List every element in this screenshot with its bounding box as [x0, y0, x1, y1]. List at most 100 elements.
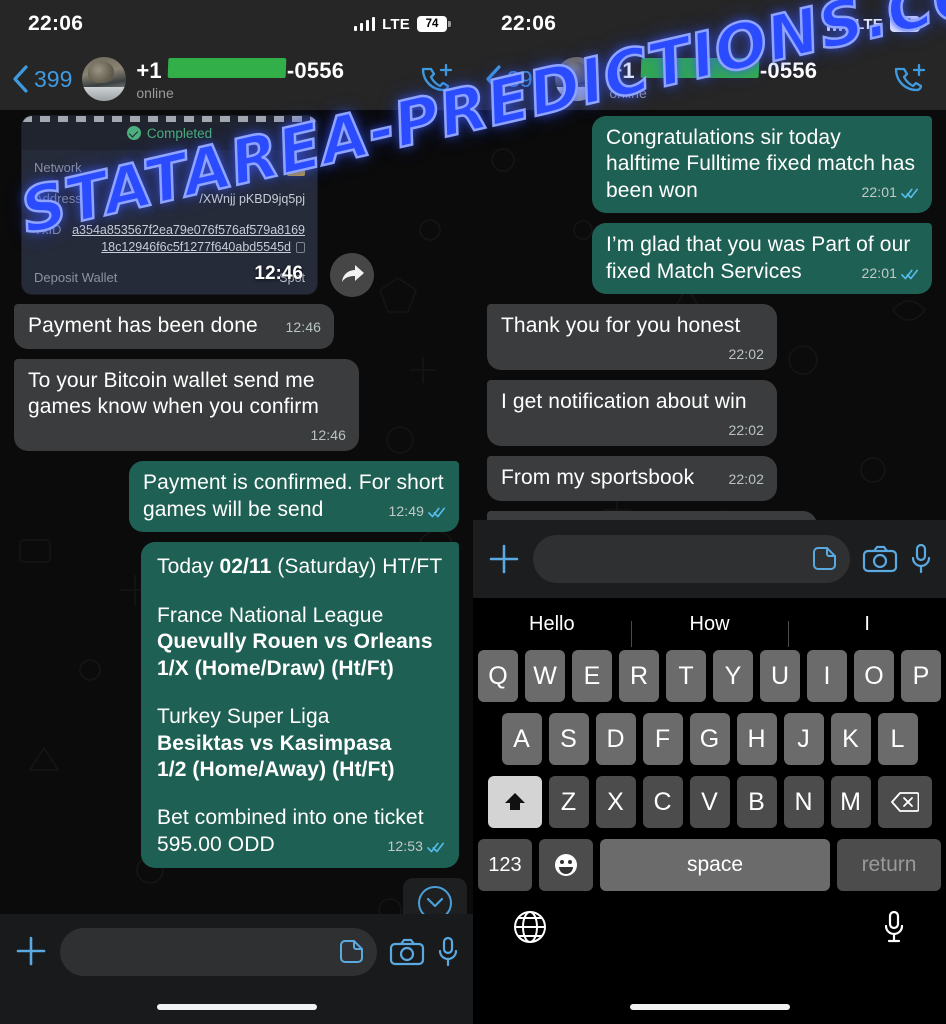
message-meta: 12:49 [388, 503, 446, 521]
message-input[interactable] [60, 928, 377, 976]
receipt-row-value: BT [287, 162, 305, 177]
tip-day-market: (Saturday) HT/FT [271, 555, 443, 579]
message-bubble-outgoing[interactable]: Congratulations sir today halftime Fullt… [592, 116, 932, 214]
presence-status: online [136, 84, 174, 101]
key-b[interactable]: B [736, 776, 777, 828]
backspace-icon [890, 792, 919, 812]
key-o[interactable]: O [854, 650, 894, 702]
camera-icon[interactable] [862, 544, 898, 574]
smiley-icon [555, 854, 577, 876]
message-bubble-incoming[interactable]: Thank you for you honest 22:02 [487, 304, 777, 371]
on-screen-keyboard[interactable]: Hello How I Q W E R T Y U I O P A S D F [473, 598, 946, 1024]
microphone-icon[interactable] [437, 936, 459, 968]
attach-plus-icon[interactable] [487, 542, 521, 576]
message-bubble-incoming[interactable]: To your Bitcoin wallet send me games kno… [14, 358, 359, 452]
receipt-row-label: Deposit Wallet [34, 269, 118, 285]
return-key[interactable]: return [837, 839, 941, 891]
phone-add-icon[interactable] [890, 62, 928, 96]
key-d[interactable]: D [595, 713, 636, 765]
key-k[interactable]: K [830, 713, 871, 765]
left-message-list[interactable]: Completed Network BT Address /XWnjj pKBD… [0, 110, 473, 1024]
avatar[interactable] [555, 57, 600, 101]
tip-league: Turkey Super Liga [157, 705, 330, 729]
backspace-key[interactable] [877, 776, 932, 828]
message-bubble-incoming[interactable]: I get notification about win 22:02 [487, 380, 777, 447]
message-meta: 12:46 [285, 319, 321, 337]
message-meta: 22:02 [728, 471, 764, 489]
key-r[interactable]: R [619, 650, 659, 702]
right-message-list[interactable]: Congratulations sir today halftime Fullt… [473, 110, 946, 548]
suggestion-item[interactable]: Hello [473, 613, 631, 636]
key-c[interactable]: C [642, 776, 683, 828]
key-n[interactable]: N [783, 776, 824, 828]
back-button[interactable]: 399 [10, 64, 72, 94]
emoji-key[interactable] [539, 839, 593, 891]
key-t[interactable]: T [666, 650, 706, 702]
key-y[interactable]: Y [713, 650, 753, 702]
battery-icon: 74 [890, 16, 924, 32]
unread-count: 399 [507, 65, 546, 92]
numbers-key[interactable]: 123 [478, 839, 532, 891]
receipt-txid-value: a354a853567f2ea79e076f576af579a816918c12… [72, 222, 305, 254]
suggestion-item[interactable]: How [630, 613, 789, 647]
message-meta: 12:46 [38, 427, 346, 445]
suggestion-item[interactable]: I [788, 613, 946, 647]
key-v[interactable]: V [689, 776, 730, 828]
contact-info[interactable]: +1 -0556 online [609, 57, 880, 101]
back-button[interactable]: 399 [483, 64, 545, 94]
microphone-icon[interactable] [910, 543, 932, 575]
message-bubble-incoming[interactable]: Payment has been done 12:46 [14, 304, 334, 349]
dual-phone-screenshot: 22:06 LTE 74 399 +1 -0556 online Complet… [0, 0, 946, 1024]
key-m[interactable]: M [830, 776, 871, 828]
read-receipt-icon [428, 507, 446, 517]
message-bubble-outgoing[interactable]: I’m glad that you was Part of our fixed … [592, 223, 932, 295]
receipt-row-label: Address [34, 190, 82, 206]
space-key[interactable]: space [600, 839, 830, 891]
key-i[interactable]: I [807, 650, 847, 702]
key-h[interactable]: H [736, 713, 777, 765]
key-w[interactable]: W [525, 650, 565, 702]
avatar[interactable] [82, 57, 127, 101]
contact-info[interactable]: +1 -0556 online [136, 57, 407, 101]
message-bubble-incoming[interactable]: From my sportsbook 22:02 [487, 456, 777, 501]
signal-bars-icon [353, 17, 376, 31]
camera-icon[interactable] [389, 937, 425, 967]
forward-message-button[interactable] [330, 253, 374, 297]
right-chat-header: 399 +1 -0556 online [473, 48, 946, 110]
message-bubble-prediction-tip[interactable]: Today 02/11 (Saturday) HT/FT France Nati… [141, 542, 459, 869]
right-composer [473, 520, 946, 598]
key-p[interactable]: P [901, 650, 941, 702]
dictation-microphone-icon[interactable] [882, 910, 906, 944]
key-a[interactable]: A [501, 713, 542, 765]
key-j[interactable]: J [783, 713, 824, 765]
key-l[interactable]: L [877, 713, 918, 765]
key-g[interactable]: G [689, 713, 730, 765]
left-chat-header: 399 +1 -0556 online [0, 48, 473, 110]
attach-plus-icon[interactable] [14, 934, 48, 968]
key-x[interactable]: X [595, 776, 636, 828]
key-e[interactable]: E [572, 650, 612, 702]
keyboard-row-1: Q W E R T Y U I O P [473, 650, 946, 702]
message-bubble-outgoing[interactable]: Payment is confirmed. For short games wi… [129, 461, 459, 533]
crypto-receipt-image[interactable]: Completed Network BT Address /XWnjj pKBD… [22, 116, 317, 295]
copy-icon[interactable] [296, 241, 305, 253]
message-input[interactable] [533, 535, 850, 583]
key-q[interactable]: Q [478, 650, 518, 702]
sticker-icon[interactable] [810, 545, 838, 573]
left-status-bar: 22:06 LTE 74 [0, 0, 473, 48]
key-z[interactable]: Z [548, 776, 589, 828]
right-phone-pane: 22:06 LTE 74 399 +1 -0556 online Congrat… [473, 0, 946, 1024]
phone-add-icon[interactable] [417, 62, 455, 96]
shift-key[interactable] [487, 776, 542, 828]
contact-name: +1 -0556 [136, 57, 407, 84]
tip-league: France National League [157, 603, 384, 627]
message-timestamp: 22:02 [728, 471, 764, 488]
key-s[interactable]: S [548, 713, 589, 765]
chevron-left-icon [13, 65, 28, 93]
key-u[interactable]: U [760, 650, 800, 702]
globe-icon[interactable] [513, 910, 547, 944]
redaction-bar [640, 57, 760, 78]
sticker-icon[interactable] [337, 938, 365, 966]
key-f[interactable]: F [642, 713, 683, 765]
contact-name: +1 -0556 [609, 57, 880, 84]
